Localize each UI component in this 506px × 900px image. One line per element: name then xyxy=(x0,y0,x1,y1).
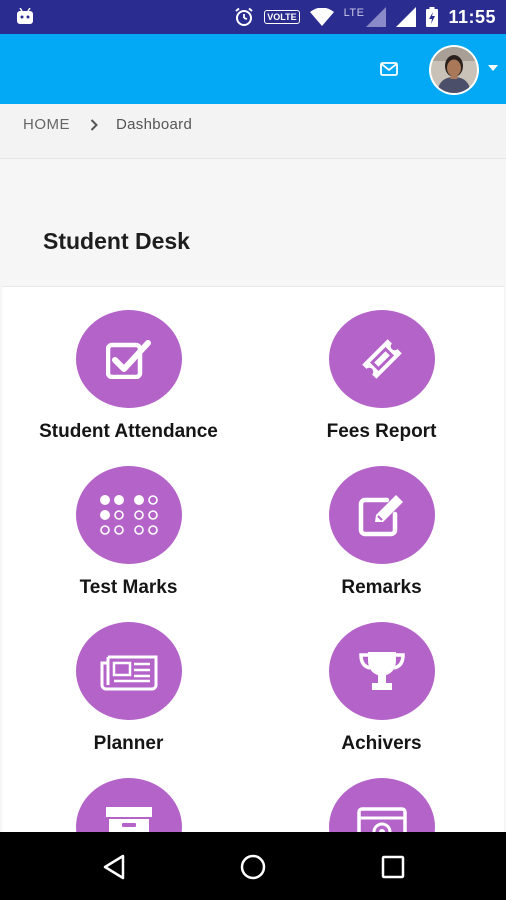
braille-icon xyxy=(99,495,158,535)
tile-fees-report[interactable]: Fees Report xyxy=(255,310,506,443)
breadcrumb-current: Dashboard xyxy=(116,116,193,133)
caret-down-icon[interactable] xyxy=(488,65,498,71)
chevron-right-icon xyxy=(90,119,98,131)
tile-label: Fees Report xyxy=(326,421,437,442)
edit-icon xyxy=(358,495,403,537)
checkbox-icon xyxy=(105,340,151,379)
back-icon[interactable] xyxy=(99,852,129,882)
recents-icon[interactable] xyxy=(378,852,408,882)
tile-icon-circle xyxy=(328,310,435,408)
volte-indicator: VOLTE xyxy=(264,10,300,24)
avatar[interactable] xyxy=(429,45,479,95)
tile-achivers[interactable]: Achivers xyxy=(255,622,506,755)
signal-icon xyxy=(366,7,387,27)
android-icon xyxy=(17,8,33,24)
breadcrumb: HOME Dashboard xyxy=(0,104,506,159)
mail-icon[interactable] xyxy=(380,62,398,76)
tile-icon-circle xyxy=(75,310,182,408)
tile-label: Student Attendance xyxy=(39,421,218,442)
tile-planner[interactable]: Planner xyxy=(2,622,255,755)
tile-student-attendance[interactable]: Student Attendance xyxy=(2,310,255,443)
newspaper-icon xyxy=(100,655,157,691)
alarm-icon xyxy=(235,7,253,26)
trophy-icon xyxy=(358,652,405,690)
network-label: LTE xyxy=(343,7,365,19)
tile-label: Planner xyxy=(93,733,164,754)
clock: 11:55 xyxy=(448,6,496,27)
tile-icon-circle xyxy=(75,466,182,564)
tile-remarks[interactable]: Remarks xyxy=(255,466,506,599)
system-nav-bar xyxy=(0,832,506,900)
tile-icon-circle xyxy=(328,622,435,720)
signal-icon xyxy=(396,7,417,27)
breadcrumb-home-link[interactable]: HOME xyxy=(23,116,70,133)
status-bar: VOLTE LTE 11:55 xyxy=(0,0,506,34)
ticket-icon xyxy=(361,339,402,379)
app-header xyxy=(0,34,506,104)
home-icon[interactable] xyxy=(238,852,268,882)
page-title: Student Desk xyxy=(43,228,190,254)
tile-test-marks[interactable]: Test Marks xyxy=(2,466,255,599)
tile-label: Remarks xyxy=(341,577,422,598)
student-desk-card: Student Attendance Fees Report Test Mark… xyxy=(2,286,506,876)
wifi-icon xyxy=(309,8,334,26)
tile-label: Achivers xyxy=(341,733,422,754)
tile-icon-circle xyxy=(75,622,182,720)
battery-icon xyxy=(426,7,439,27)
tile-label: Test Marks xyxy=(79,577,178,598)
tile-icon-circle xyxy=(328,466,435,564)
